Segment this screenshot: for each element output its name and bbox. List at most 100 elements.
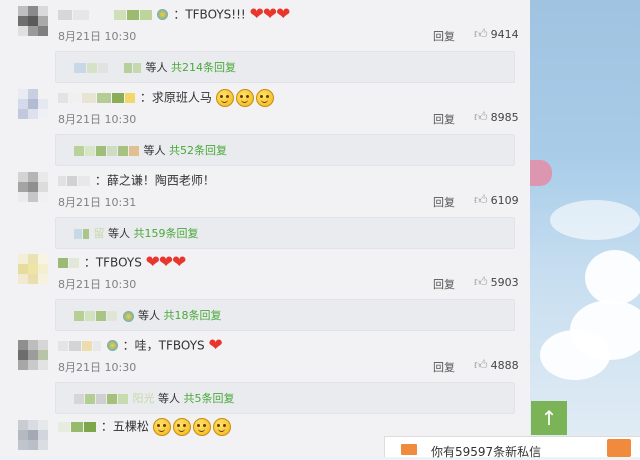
comment-line: ：TFBOYS!!! ❤❤❤	[58, 3, 291, 25]
blurred-username[interactable]	[58, 175, 66, 186]
avatar[interactable]	[18, 6, 48, 36]
blurred-username	[125, 92, 135, 103]
blurred-username	[67, 175, 77, 186]
avatar[interactable]	[18, 254, 48, 284]
comment-line: ：哇，TFBOYS ❤	[58, 334, 223, 356]
sub-replies-box[interactable]: 等人 共214条回复	[55, 51, 515, 83]
member-badge-icon	[157, 9, 169, 20]
like-count: 6109	[490, 194, 519, 207]
like-button[interactable]: 👍︎ 6109	[474, 193, 519, 208]
sub-replies-prefix: 等人	[158, 392, 180, 405]
blurred-username	[73, 9, 89, 20]
blurred-username	[85, 394, 95, 404]
blurred-username	[82, 340, 92, 351]
blurred-username	[107, 394, 117, 404]
smile-emoji-icon	[152, 417, 171, 436]
avatar[interactable]	[18, 89, 48, 119]
blurred-username	[69, 92, 81, 103]
comment-line: ：TFBOYS ❤❤❤	[58, 251, 186, 273]
comment-time: 8月21日 10:30	[58, 30, 137, 43]
blurred-username	[69, 257, 79, 268]
blurred-username	[85, 311, 95, 321]
blurred-username[interactable]	[58, 9, 72, 20]
comment-time: 8月21日 10:31	[58, 196, 137, 209]
blurred-username	[74, 394, 84, 404]
blurred-username	[74, 63, 86, 73]
blurred-username	[118, 146, 128, 156]
sub-replies-count[interactable]: 共52条回复	[169, 144, 227, 157]
like-button[interactable]: 👍︎ 9414	[474, 27, 519, 42]
member-badge-icon	[106, 340, 118, 351]
comment-time: 8月21日 10:30	[58, 113, 137, 126]
sub-replies-prefix: 等人	[108, 227, 130, 240]
blurred-username	[129, 146, 139, 156]
like-button[interactable]: 👍︎ 5903	[474, 275, 519, 290]
thumbs-up-icon: 👍︎	[474, 110, 488, 125]
blurred-username	[96, 311, 106, 321]
sub-replies-user: 留	[93, 227, 105, 240]
sub-replies-box[interactable]: 等人 共52条回复	[55, 134, 515, 166]
reply-button[interactable]: 回复	[433, 194, 455, 210]
scroll-to-top-button[interactable]: ↑	[531, 401, 567, 435]
background-sky	[530, 0, 640, 456]
comment-text: ：TFBOYS!!!	[173, 7, 246, 22]
blurred-username[interactable]	[58, 257, 68, 268]
blurred-username[interactable]	[58, 340, 68, 351]
sub-replies-count[interactable]: 共214条回复	[171, 61, 236, 74]
like-button[interactable]: 👍︎ 4888	[474, 358, 519, 373]
sub-replies-count[interactable]: 共5条回复	[184, 392, 235, 405]
laughing-emoji-icon	[235, 88, 254, 107]
thumbs-up-icon: 👍︎	[474, 27, 488, 42]
blurred-username	[126, 9, 139, 20]
comment-text: ：TFBOYS	[83, 255, 142, 270]
avatar[interactable]	[18, 420, 48, 450]
comment-time: 8月21日 10:30	[58, 361, 137, 374]
blurred-username	[107, 311, 117, 321]
blurred-username	[133, 63, 141, 73]
heart-emoji-icon: ❤❤❤	[249, 4, 291, 25]
sub-replies-count[interactable]: 共159条回复	[134, 227, 199, 240]
blurred-username	[107, 146, 117, 156]
like-count: 5903	[490, 276, 519, 289]
private-message-bar[interactable]: 你有59597条新私信	[384, 436, 640, 460]
like-button[interactable]: 👍︎ 8985	[474, 110, 519, 125]
smile-emoji-icon	[212, 417, 231, 436]
envelope-icon	[401, 444, 417, 455]
member-badge-icon	[122, 310, 134, 322]
blurred-username	[113, 9, 126, 20]
avatar[interactable]	[18, 340, 48, 370]
sub-replies-prefix: 等人	[143, 144, 166, 157]
laughing-emoji-icon	[215, 88, 234, 107]
heart-emoji-icon: ❤	[208, 335, 222, 356]
comment-line: ：薛之谦！陶西老师！	[58, 169, 215, 191]
reply-button[interactable]: 回复	[433, 359, 455, 375]
reply-button[interactable]: 回复	[433, 111, 455, 127]
avatar[interactable]	[18, 172, 48, 202]
reply-button[interactable]: 回复	[433, 28, 455, 44]
like-count: 9414	[490, 28, 519, 41]
comment-line: ：五棵松	[58, 415, 233, 437]
sub-replies-box[interactable]: 留 等人 共159条回复	[55, 217, 515, 249]
smile-emoji-icon	[192, 417, 211, 436]
sub-replies-box[interactable]: 阳光 等人 共5条回复	[55, 382, 515, 414]
blurred-username	[85, 146, 95, 156]
blurred-username	[87, 63, 97, 73]
blurred-username	[112, 92, 124, 103]
comment-text: ：求原班人马	[139, 90, 212, 105]
blurred-username	[118, 394, 128, 404]
reply-button[interactable]: 回复	[433, 276, 455, 292]
blurred-username	[93, 340, 101, 351]
blurred-username[interactable]	[58, 421, 70, 432]
sub-replies-count[interactable]: 共18条回复	[164, 309, 222, 322]
private-message-text[interactable]: 你有59597条新私信	[431, 443, 541, 460]
comment-line: ：求原班人马	[58, 86, 276, 108]
blurred-username	[83, 229, 89, 239]
blurred-username	[96, 394, 106, 404]
thumbs-up-icon: 👍︎	[474, 358, 488, 373]
message-action-button[interactable]	[607, 439, 631, 457]
blurred-username[interactable]	[58, 92, 68, 103]
blurred-username	[78, 175, 90, 186]
sub-replies-box[interactable]: 等人 共18条回复	[55, 299, 515, 331]
blurred-username	[69, 340, 81, 351]
sub-replies-prefix: 等人	[138, 309, 160, 322]
